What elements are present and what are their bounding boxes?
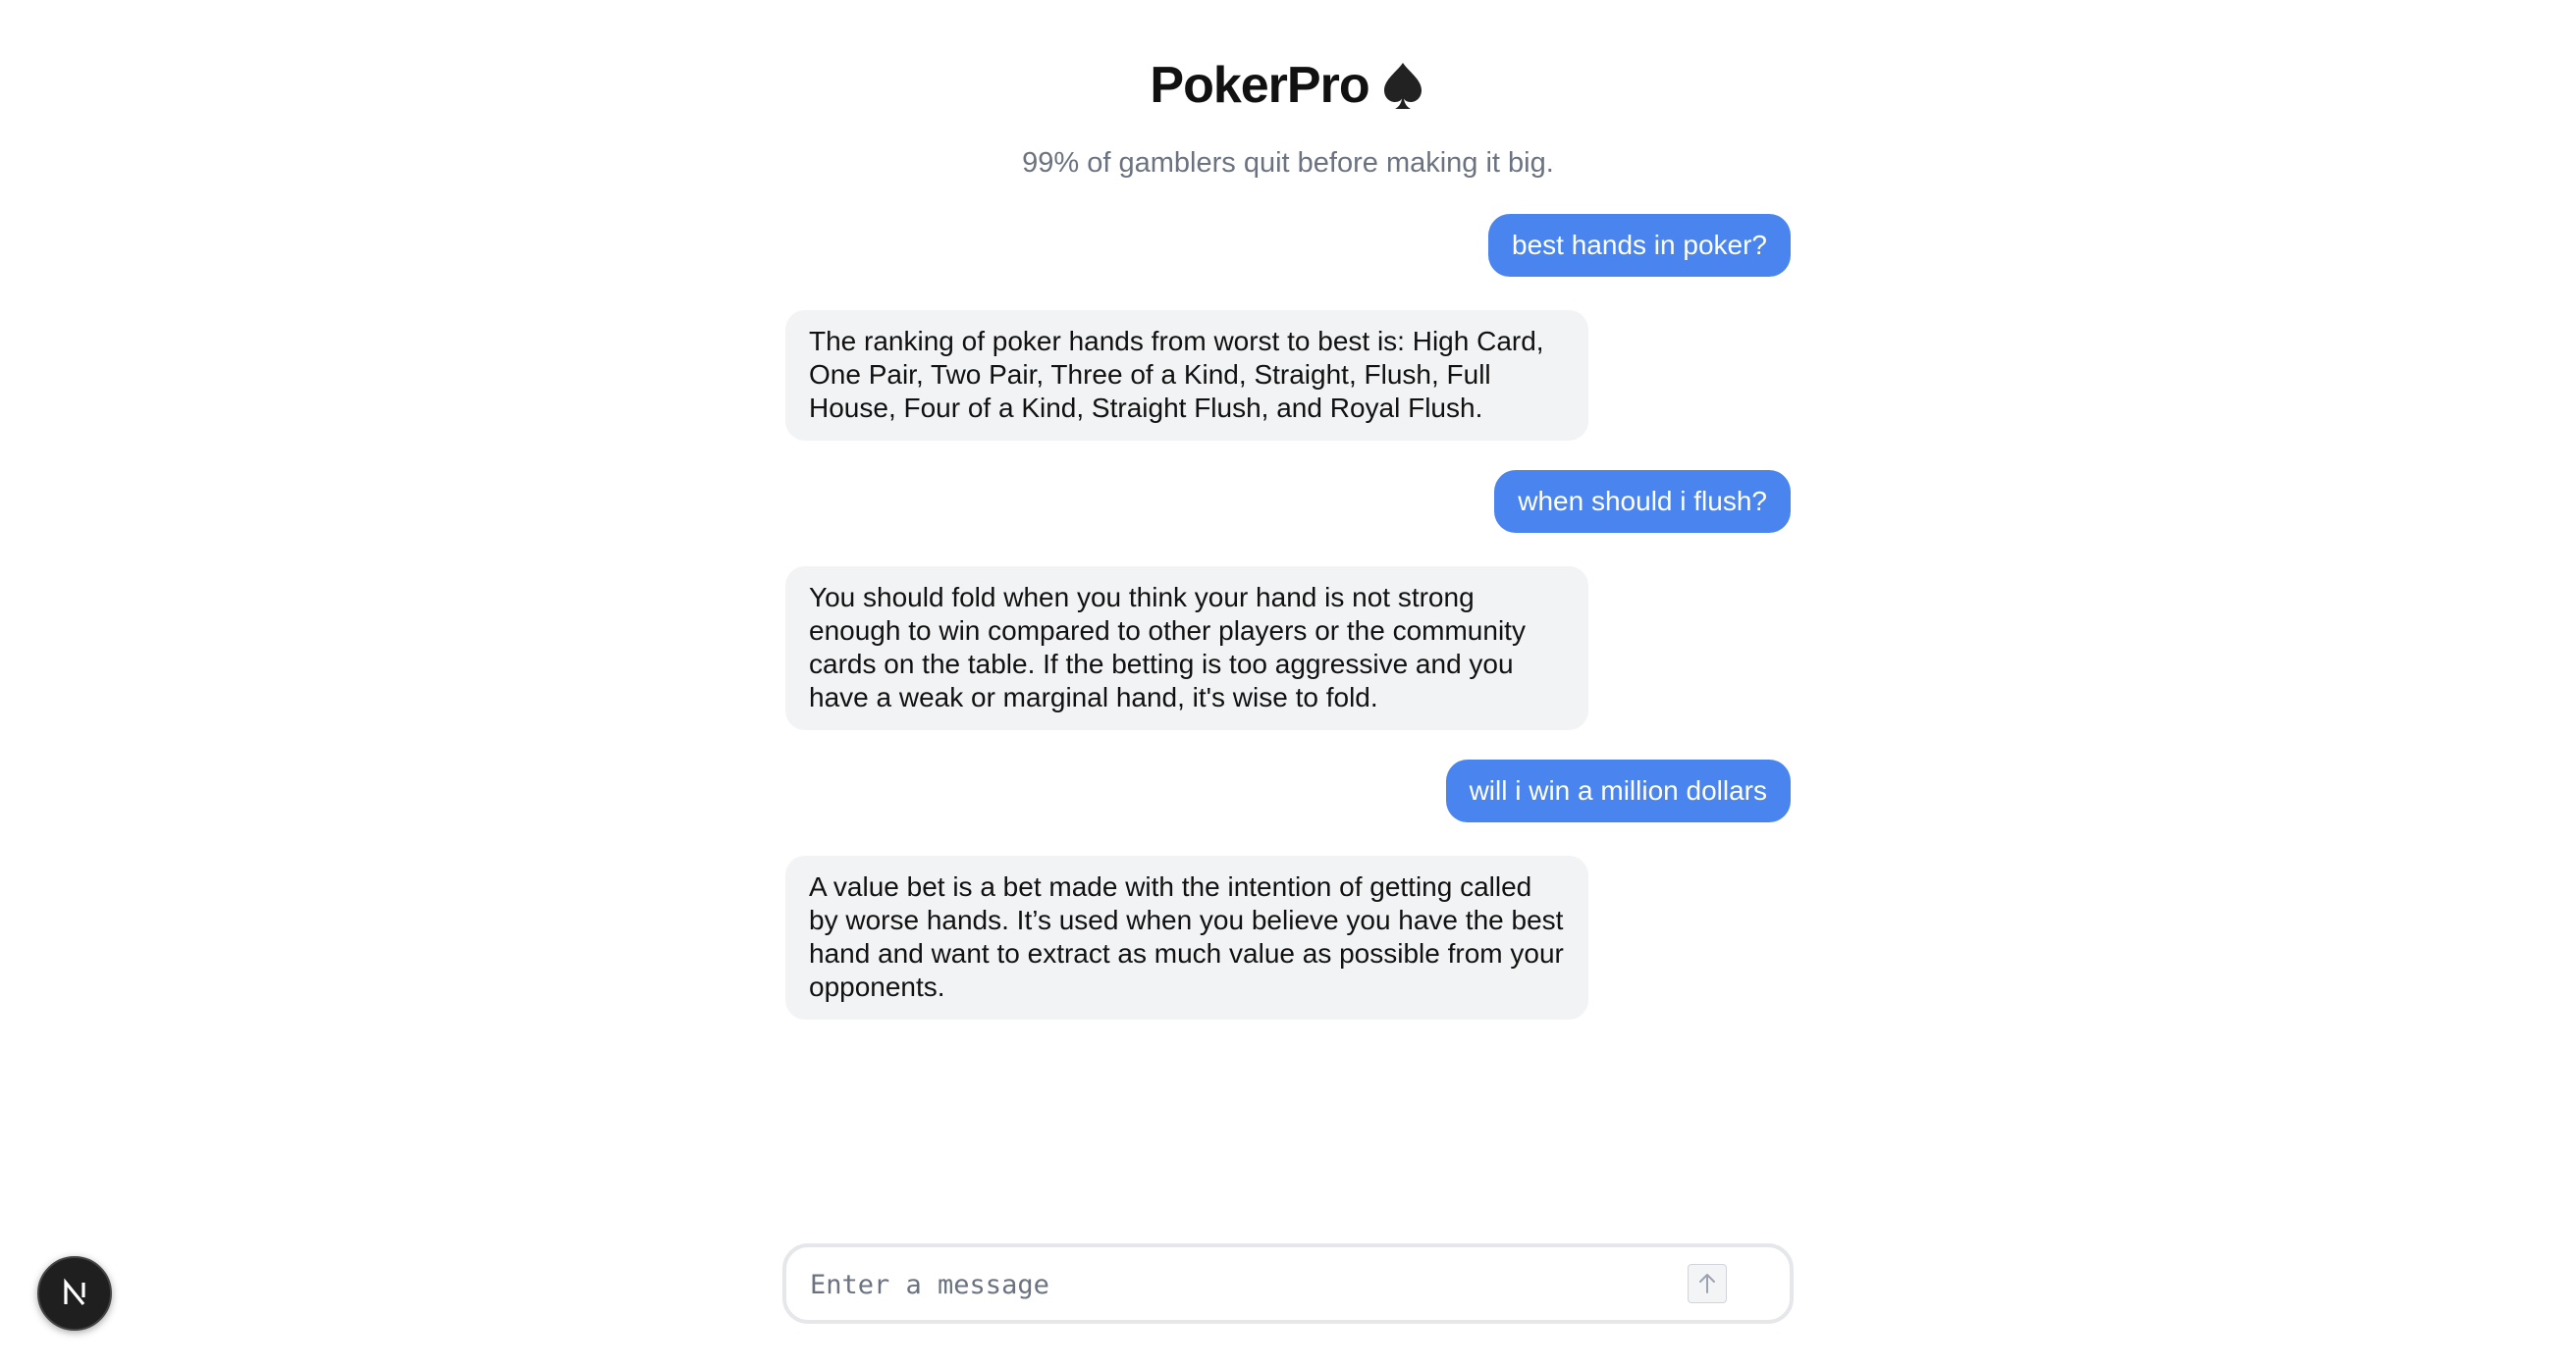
user-message-bubble: best hands in poker?: [1488, 214, 1791, 277]
message-row-assistant: You should fold when you think your hand…: [785, 566, 1791, 730]
assistant-message-bubble: The ranking of poker hands from worst to…: [785, 310, 1588, 441]
message-row-user: will i win a million dollars: [785, 760, 1791, 822]
message-composer: [782, 1243, 1794, 1324]
nextjs-logo-icon: [64, 1278, 85, 1306]
message-row-assistant: The ranking of poker hands from worst to…: [785, 310, 1791, 441]
chat-thread: best hands in poker? The ranking of poke…: [785, 214, 1791, 1020]
spade-icon: [1383, 63, 1422, 109]
arrow-up-icon: [1699, 1274, 1715, 1293]
user-message-bubble: when should i flush?: [1494, 470, 1791, 533]
message-input[interactable]: [808, 1247, 1676, 1322]
app-title: PokerPro: [1150, 57, 1369, 114]
page-title: PokerPro: [1150, 49, 1425, 122]
assistant-message-bubble: A value bet is a bet made with the inten…: [785, 856, 1588, 1020]
header: PokerPro 99% of gamblers quit before mak…: [0, 49, 2576, 183]
user-message-bubble: will i win a million dollars: [1445, 760, 1791, 822]
assistant-message-bubble: You should fold when you think your hand…: [785, 566, 1588, 730]
page: PokerPro 99% of gamblers quit before mak…: [0, 0, 2576, 1368]
message-row-user: when should i flush?: [785, 470, 1791, 533]
message-row-assistant: A value bet is a bet made with the inten…: [785, 856, 1791, 1020]
nextjs-dev-badge[interactable]: [37, 1256, 112, 1331]
message-row-user: best hands in poker?: [785, 214, 1791, 277]
send-button[interactable]: [1688, 1264, 1727, 1303]
page-subtitle: 99% of gamblers quit before making it bi…: [1022, 147, 1554, 179]
